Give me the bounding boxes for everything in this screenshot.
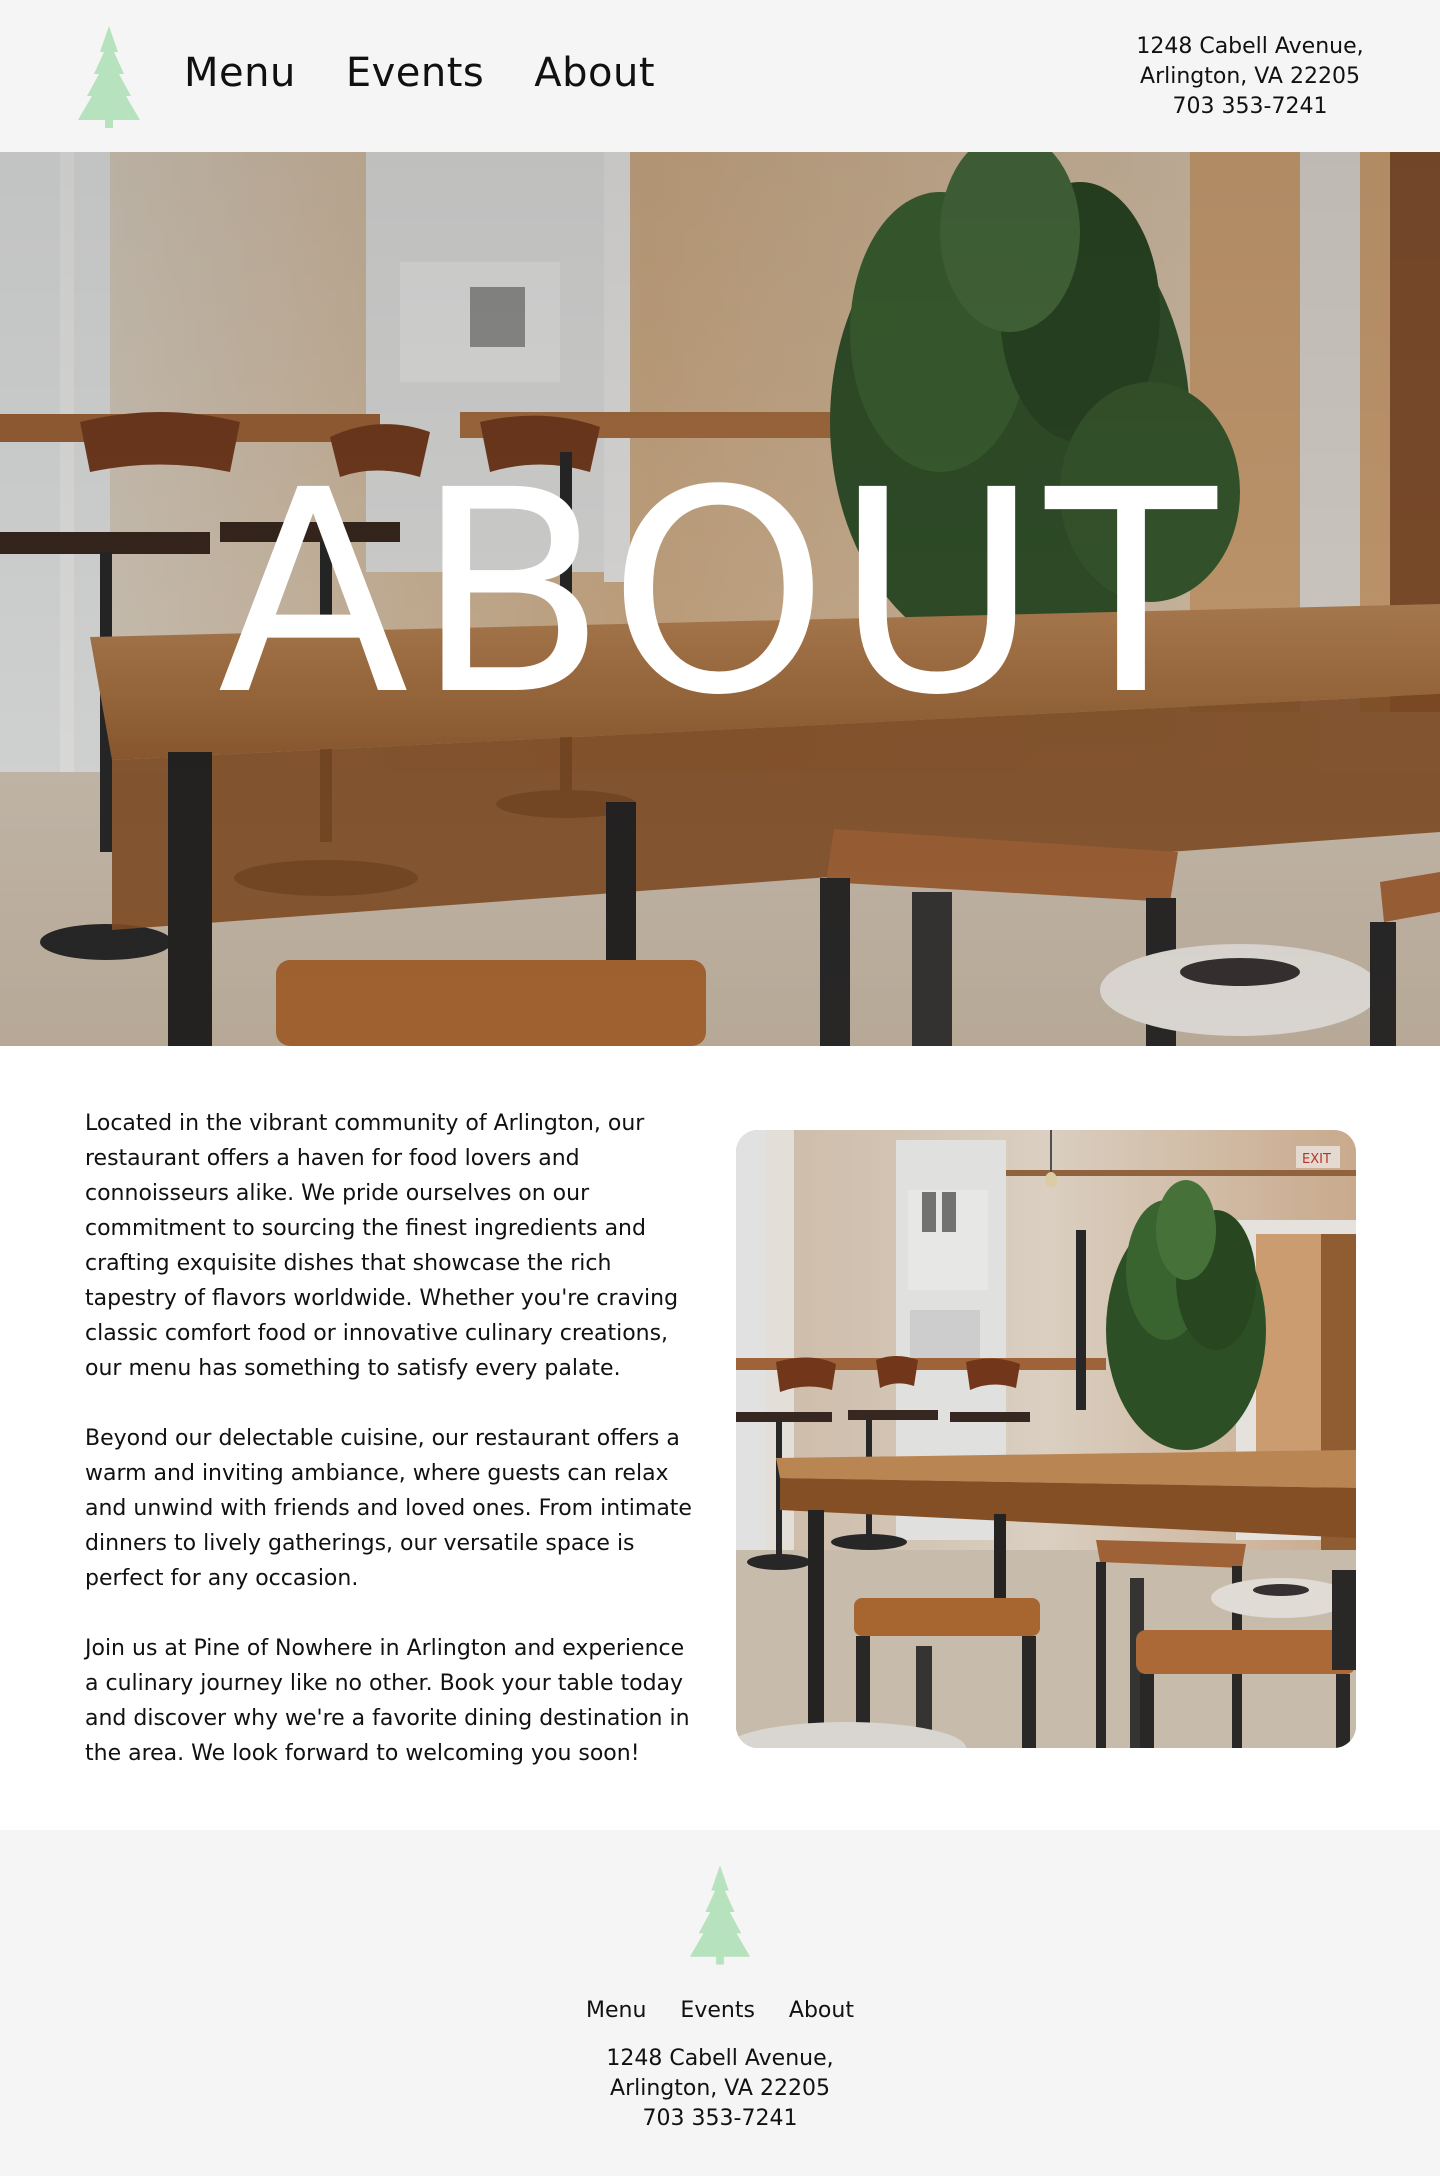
about-paragraph: Beyond our delectable cuisine, our resta… <box>85 1426 692 1591</box>
footer-address: 1248 Cabell Avenue, Arlington, VA 22205 … <box>0 2044 1440 2134</box>
about-paragraph: Located in the vibrant community of Arli… <box>85 1111 679 1381</box>
pine-tree-logo-icon[interactable] <box>74 24 144 128</box>
about-paragraph: Join us at Pine of Nowhere in Arlington … <box>85 1636 690 1766</box>
header-address: 1248 Cabell Avenue, Arlington, VA 22205 … <box>1100 32 1400 122</box>
nav-link-events[interactable]: Events <box>346 50 484 96</box>
hero-title: ABOUT <box>217 431 1223 757</box>
address-street: 1248 Cabell Avenue, <box>606 2046 834 2071</box>
footer-link-about[interactable]: About <box>789 1998 854 2023</box>
footer-link-events[interactable]: Events <box>680 1998 755 2023</box>
nav-link-menu[interactable]: Menu <box>184 50 296 96</box>
address-city: Arlington, VA 22205 <box>610 2076 830 2101</box>
nav-link-about[interactable]: About <box>534 50 655 96</box>
footer-nav: Menu Events About <box>0 1998 1440 2023</box>
dining-room-photo: EXIT <box>736 1130 1356 1748</box>
header-nav: Menu Events About <box>184 50 655 96</box>
site-footer: Menu Events About 1248 Cabell Avenue, Ar… <box>0 1830 1440 2176</box>
about-text: Located in the vibrant community of Arli… <box>85 1106 703 1806</box>
address-street: 1248 Cabell Avenue, <box>1136 34 1364 59</box>
address-city: Arlington, VA 22205 <box>1140 64 1360 89</box>
pine-tree-logo-icon[interactable] <box>686 1862 754 1966</box>
hero-banner: ABOUT <box>0 152 1440 1046</box>
site-header: Menu Events About 1248 Cabell Avenue, Ar… <box>0 0 1440 152</box>
address-phone[interactable]: 703 353-7241 <box>0 2104 1440 2134</box>
footer-link-menu[interactable]: Menu <box>586 1998 646 2023</box>
address-phone[interactable]: 703 353-7241 <box>1100 92 1400 122</box>
